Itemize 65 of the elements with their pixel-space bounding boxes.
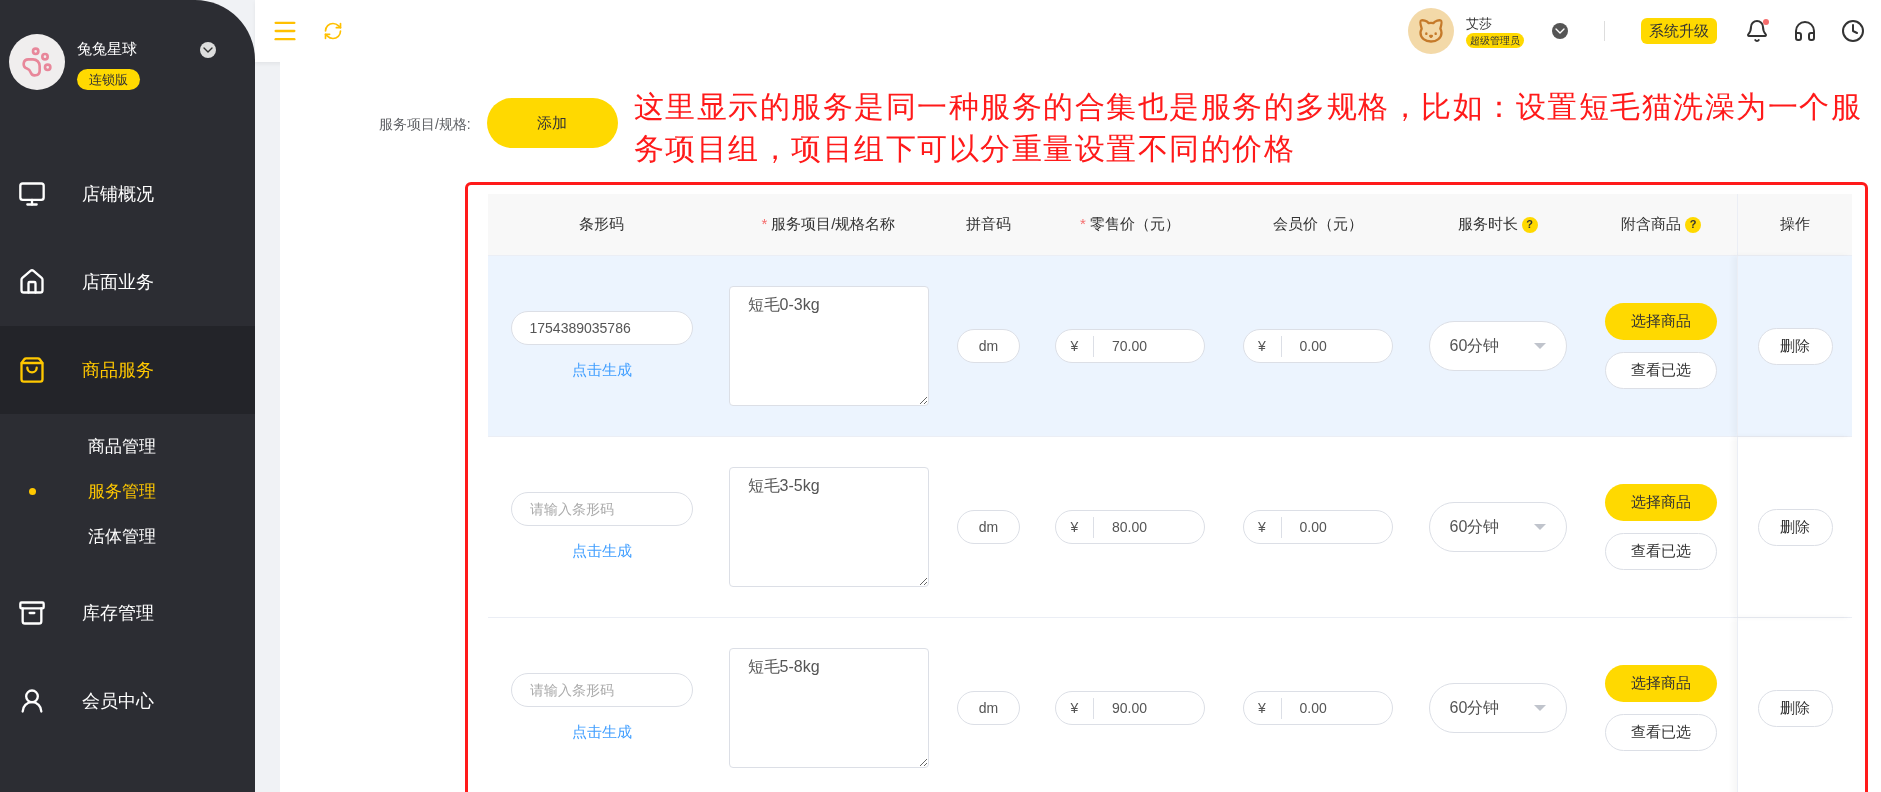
retail-price-field[interactable]: ¥ 90.00	[1055, 691, 1205, 725]
name-field[interactable]: 短毛0-3kg	[728, 286, 929, 406]
clock-icon[interactable]	[1841, 19, 1865, 43]
column-label: 服务项目/规格名称	[771, 214, 896, 235]
help-badge[interactable]: ?	[1521, 216, 1538, 233]
view-selected-button[interactable]: 查看已选	[1605, 352, 1717, 389]
role-badge: 超级管理员	[1466, 33, 1524, 49]
select-goods-button[interactable]: 选择商品	[1605, 665, 1717, 702]
select-goods-button[interactable]: 选择商品	[1605, 303, 1717, 340]
column-label: 服务时长	[1457, 214, 1518, 235]
cat-icon	[1417, 17, 1445, 45]
delete-button[interactable]: 删除	[1757, 327, 1833, 365]
pinyin-field[interactable]: dm	[957, 691, 1020, 725]
store-name: 兔兔星球	[77, 39, 138, 59]
pinyin-field[interactable]: dm	[957, 329, 1020, 363]
dropdown-icon[interactable]	[200, 42, 216, 58]
name-field[interactable]: 短毛3-5kg	[728, 467, 929, 587]
upgrade-button[interactable]: 系统升级	[1641, 17, 1717, 45]
caret-icon	[1533, 524, 1546, 530]
help-badge[interactable]: ?	[1685, 216, 1701, 233]
bell-icon[interactable]	[1745, 19, 1769, 43]
required-mark: *	[761, 214, 768, 235]
caret-icon	[1533, 705, 1546, 711]
retail-price-field[interactable]: ¥ 70.00	[1055, 329, 1205, 363]
caret-icon	[1533, 343, 1546, 349]
column-label: 拼音码	[966, 214, 1011, 235]
menu-item[interactable]: 店铺概况	[0, 150, 255, 238]
dropdown-icon[interactable]	[1552, 23, 1568, 39]
pinyin-field[interactable]: dm	[957, 510, 1020, 544]
member-price-field[interactable]: ¥ 0.00	[1242, 691, 1393, 725]
view-selected-button[interactable]: 查看已选	[1605, 533, 1717, 570]
headset-icon[interactable]	[1793, 19, 1817, 43]
form-label: 服务项目/规格:	[377, 115, 471, 134]
column-label: 条形码	[579, 214, 624, 235]
submenu-item[interactable]: 商品管理	[0, 424, 255, 469]
barcode-field[interactable]: 1754389035786	[510, 310, 693, 345]
barcode-field[interactable]: 请输入条形码	[510, 672, 693, 707]
annotation-text: 这里显示的服务是同一种服务的合集也是服务的多规格，比如：设置短毛猫洗澡为一个服务项目组，项目组下可以分重量设置不同的价格	[633, 89, 1864, 167]
add-button[interactable]: 添加	[486, 98, 618, 148]
submenu-item[interactable]: 服务管理	[0, 469, 255, 514]
select-goods-button[interactable]: 选择商品	[1605, 484, 1717, 521]
menu-item[interactable]: 商品服务	[0, 326, 255, 414]
column-label: 附含商品	[1621, 214, 1681, 235]
duration-select[interactable]: 60分钟	[1428, 502, 1567, 552]
paw-icon	[21, 46, 53, 78]
delete-button[interactable]: 删除	[1757, 508, 1833, 546]
duration-select[interactable]: 60分钟	[1428, 321, 1567, 371]
menu-item[interactable]: 店面业务	[0, 238, 255, 326]
name-field[interactable]: 短毛5-8kg	[728, 648, 929, 768]
column-label: 会员价（元）	[1272, 214, 1363, 235]
column-label: 零售价（元）	[1089, 214, 1180, 235]
member-price-field[interactable]: ¥ 0.00	[1242, 510, 1393, 544]
member-price-field[interactable]: ¥ 0.00	[1242, 329, 1393, 363]
barcode-field[interactable]: 请输入条形码	[510, 491, 693, 526]
duration-select[interactable]: 60分钟	[1428, 683, 1567, 733]
delete-button[interactable]: 删除	[1757, 689, 1833, 727]
retail-price-field[interactable]: ¥ 80.00	[1055, 510, 1205, 544]
view-selected-button[interactable]: 查看已选	[1605, 714, 1717, 751]
menu-item[interactable]: 库存管理	[0, 569, 255, 657]
user-name: 艾莎	[1466, 14, 1492, 33]
submenu-item[interactable]: 活体管理	[0, 514, 255, 559]
menu-item[interactable]: 会员中心	[0, 657, 255, 745]
column-label: 操作	[1780, 214, 1810, 235]
edition-badge: 连锁版	[77, 68, 140, 90]
required-mark: *	[1080, 214, 1086, 235]
